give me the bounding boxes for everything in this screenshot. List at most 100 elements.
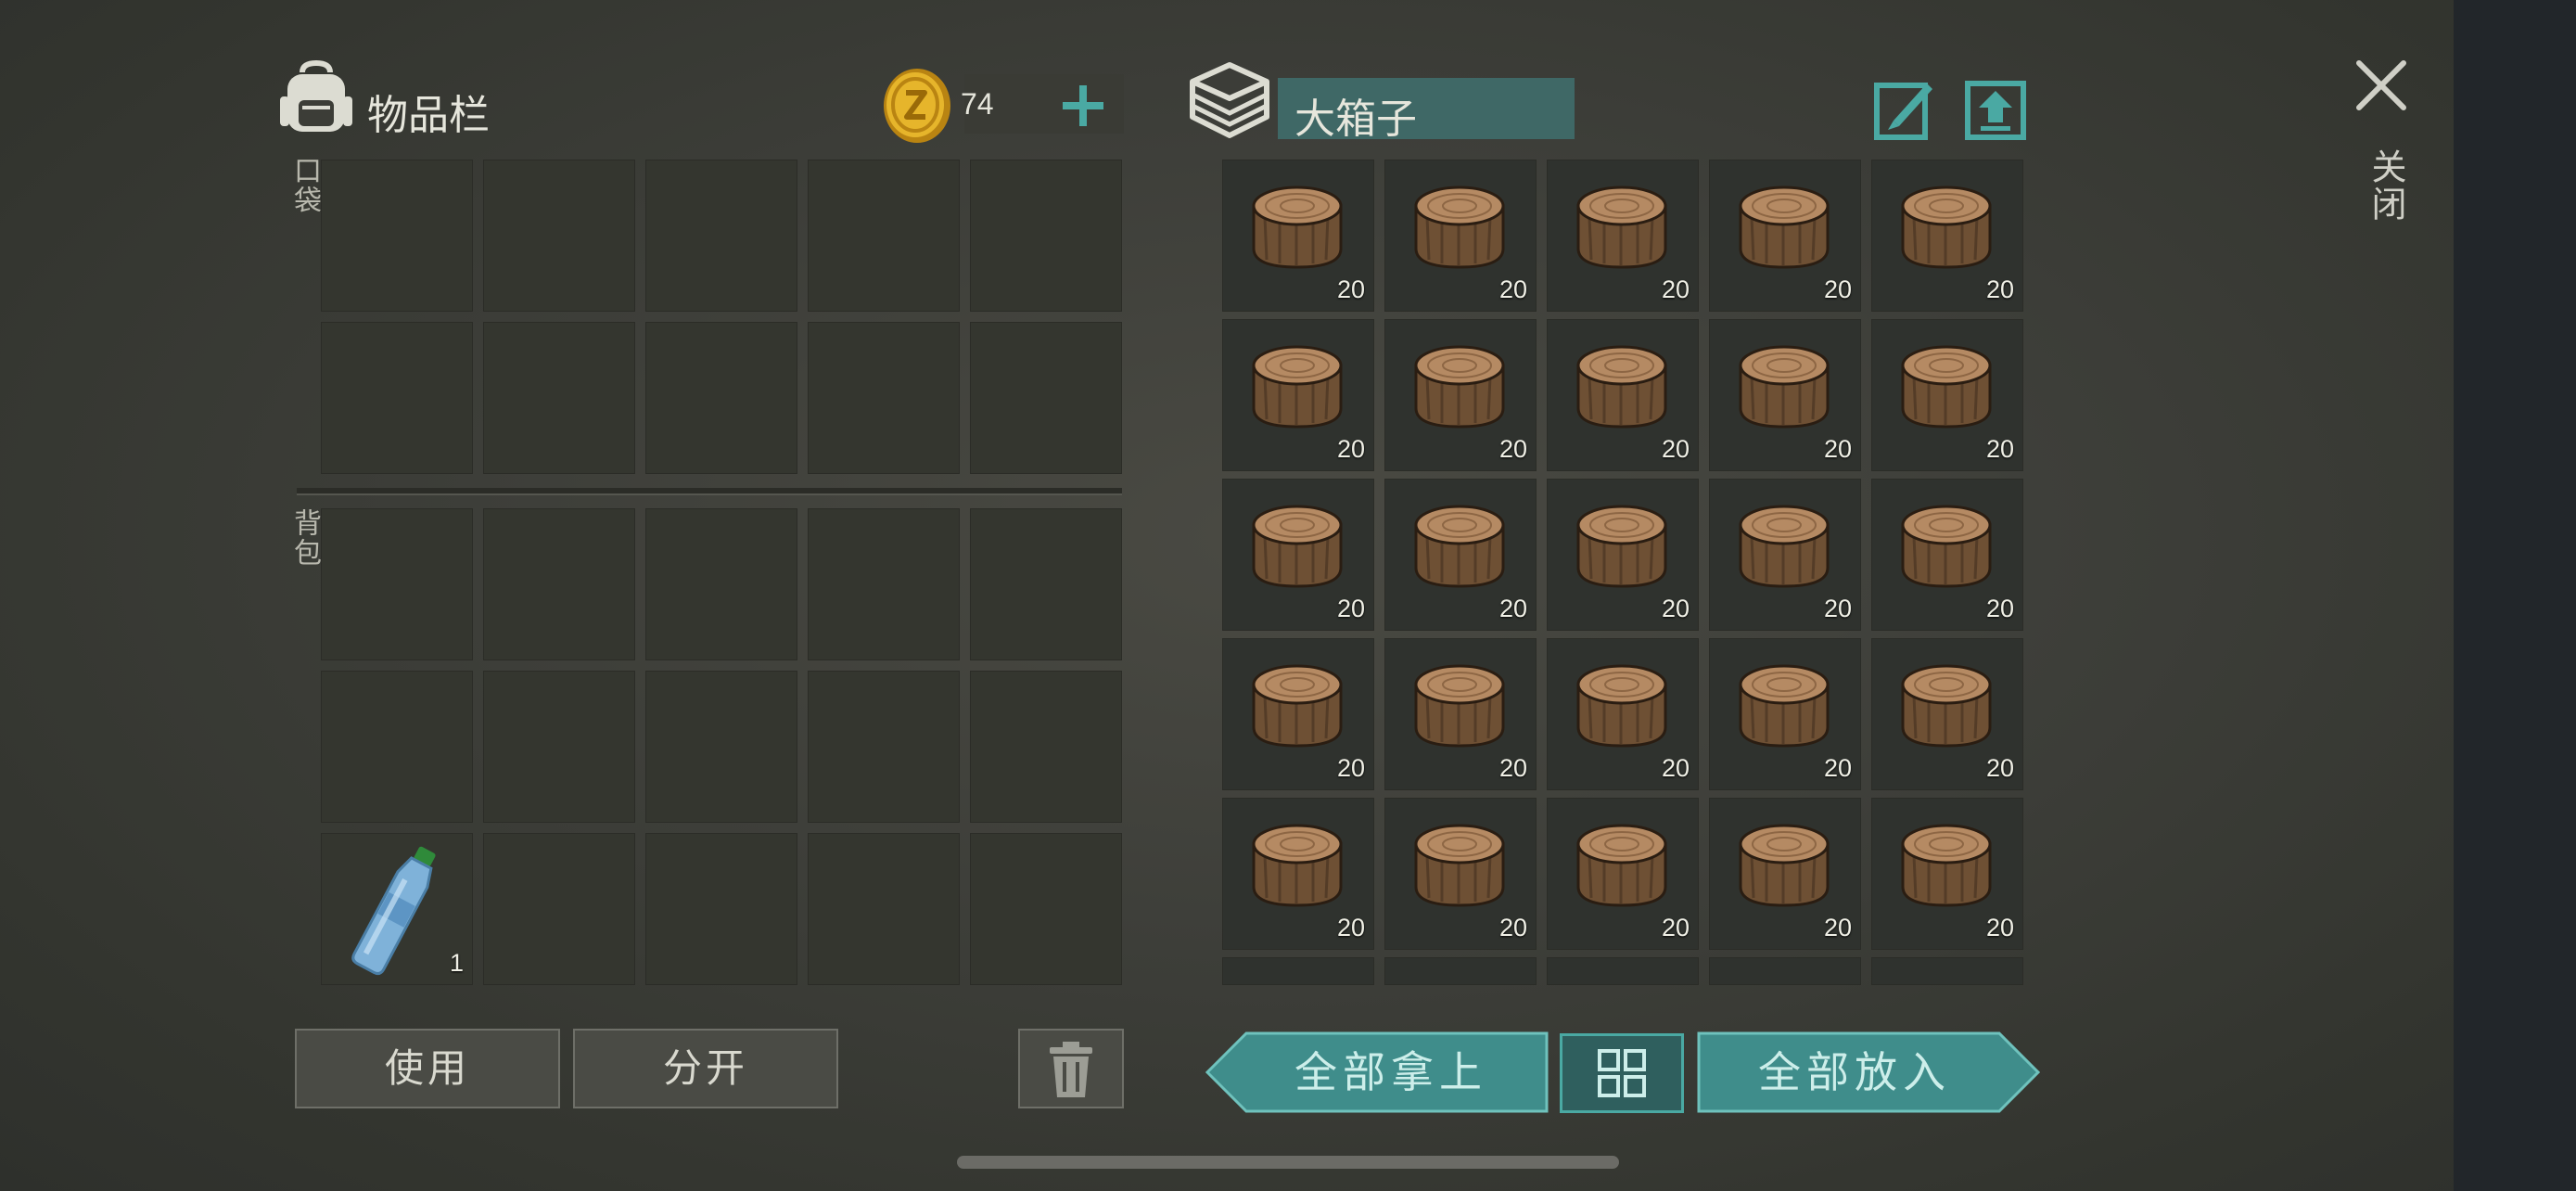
chest-slot[interactable]: 20 <box>1222 160 1374 312</box>
item-count: 20 <box>1985 754 2014 782</box>
chest-slot[interactable]: 20 <box>1871 638 2023 790</box>
wood-log-icon <box>1414 345 1505 429</box>
right-edge-panel <box>2454 0 2576 1191</box>
chest-slot[interactable] <box>1384 957 1537 985</box>
chest-slot[interactable]: 20 <box>1222 319 1374 471</box>
chest-slot[interactable]: 20 <box>1871 479 2023 631</box>
pocket-slot[interactable] <box>483 322 635 474</box>
chest-slot[interactable]: 20 <box>1222 479 1374 631</box>
chest-slot[interactable]: 20 <box>1871 160 2023 312</box>
item-count: 20 <box>1823 435 1852 463</box>
item-count: 20 <box>1661 754 1690 782</box>
backpack-slot[interactable] <box>321 671 473 823</box>
item-count: 20 <box>1661 435 1690 463</box>
item-count: 20 <box>1498 914 1527 941</box>
chest-slot[interactable]: 20 <box>1384 479 1537 631</box>
wood-log-icon <box>1901 345 1992 429</box>
chest-slot[interactable]: 20 <box>1547 638 1699 790</box>
edit-brush-icon <box>1874 83 1932 140</box>
item-count: 20 <box>1985 595 2014 622</box>
item-count: 20 <box>1336 275 1365 303</box>
backpack-icon <box>278 59 354 137</box>
pocket-slot[interactable] <box>808 160 960 312</box>
item-count: 20 <box>1498 754 1527 782</box>
backpack-slot[interactable] <box>483 833 635 985</box>
chest-slot[interactable]: 20 <box>1871 319 2023 471</box>
chest-slot[interactable] <box>1222 957 1374 985</box>
pocket-slot[interactable] <box>483 160 635 312</box>
item-count: 1 <box>449 949 464 977</box>
item-count: 20 <box>1498 435 1527 463</box>
wood-log-icon <box>1901 824 1992 907</box>
backpack-slot[interactable] <box>808 671 960 823</box>
pocket-slot[interactable] <box>645 322 797 474</box>
chest-icon <box>1187 61 1272 139</box>
backpack-slot[interactable] <box>808 508 960 660</box>
pocket-slot[interactable] <box>321 160 473 312</box>
chest-slot[interactable]: 20 <box>1709 160 1861 312</box>
edit-icon-button[interactable] <box>1873 78 1936 141</box>
item-count: 20 <box>1498 595 1527 622</box>
chest-slot[interactable] <box>1547 957 1699 985</box>
chest-slot[interactable]: 20 <box>1222 638 1374 790</box>
home-indicator[interactable] <box>957 1156 1619 1169</box>
pocket-slot[interactable] <box>970 160 1122 312</box>
backpack-slot-water-bottle[interactable]: 1 <box>321 833 473 985</box>
chest-slot[interactable] <box>1871 957 2023 985</box>
backpack-slot[interactable] <box>645 671 797 823</box>
upload-button[interactable] <box>1964 78 2027 141</box>
chest-slot[interactable]: 20 <box>1871 798 2023 950</box>
backpack-slot[interactable] <box>321 508 473 660</box>
pocket-slot[interactable] <box>808 322 960 474</box>
wood-log-icon <box>1414 186 1505 269</box>
chest-slot[interactable]: 20 <box>1384 638 1537 790</box>
inventory-title: 物品栏 <box>367 92 490 139</box>
coin-icon <box>881 67 953 145</box>
chest-slot[interactable]: 20 <box>1547 160 1699 312</box>
close-button[interactable] <box>2352 56 2411 115</box>
take-all-button[interactable]: 全部拿上 <box>1205 1031 1549 1113</box>
item-count: 20 <box>1823 914 1852 941</box>
item-count: 20 <box>1823 275 1852 303</box>
backpack-slot[interactable] <box>645 508 797 660</box>
backpack-slot[interactable] <box>645 833 797 985</box>
wood-log-icon <box>1252 345 1343 429</box>
put-all-button[interactable]: 全部放入 <box>1697 1031 2040 1113</box>
wood-log-icon <box>1576 345 1667 429</box>
item-count: 20 <box>1985 435 2014 463</box>
backpack-slot[interactable] <box>483 671 635 823</box>
trash-button[interactable] <box>1018 1029 1124 1108</box>
chest-slot[interactable]: 20 <box>1709 638 1861 790</box>
chest-slot[interactable]: 20 <box>1384 798 1537 950</box>
close-icon <box>2356 60 2406 110</box>
chest-slot[interactable]: 20 <box>1709 479 1861 631</box>
backpack-slot[interactable] <box>970 671 1122 823</box>
chest-slot[interactable]: 20 <box>1222 798 1374 950</box>
use-button[interactable]: 使用 <box>295 1029 560 1108</box>
add-coins-button[interactable] <box>1059 82 1107 130</box>
wood-log-icon <box>1901 664 1992 748</box>
backpack-slot[interactable] <box>970 508 1122 660</box>
wood-log-icon <box>1901 505 1992 588</box>
backpack-slot[interactable] <box>483 508 635 660</box>
pocket-slot[interactable] <box>970 322 1122 474</box>
pocket-label: 口袋 <box>288 156 321 215</box>
chest-title: 大箱子 <box>1294 96 1417 143</box>
chest-slot[interactable]: 20 <box>1709 319 1861 471</box>
wood-log-icon <box>1739 186 1830 269</box>
pocket-slot[interactable] <box>645 160 797 312</box>
backpack-slot[interactable] <box>970 833 1122 985</box>
pocket-slot[interactable] <box>321 322 473 474</box>
chest-slot[interactable] <box>1709 957 1861 985</box>
split-button[interactable]: 分开 <box>573 1029 838 1108</box>
chest-slot[interactable]: 20 <box>1547 319 1699 471</box>
item-count: 20 <box>1336 754 1365 782</box>
chest-slot[interactable]: 20 <box>1709 798 1861 950</box>
backpack-slot[interactable] <box>808 833 960 985</box>
wood-log-icon <box>1576 824 1667 907</box>
chest-slot[interactable]: 20 <box>1547 798 1699 950</box>
sort-button[interactable] <box>1560 1033 1684 1113</box>
chest-slot[interactable]: 20 <box>1384 319 1537 471</box>
chest-slot[interactable]: 20 <box>1547 479 1699 631</box>
chest-slot[interactable]: 20 <box>1384 160 1537 312</box>
